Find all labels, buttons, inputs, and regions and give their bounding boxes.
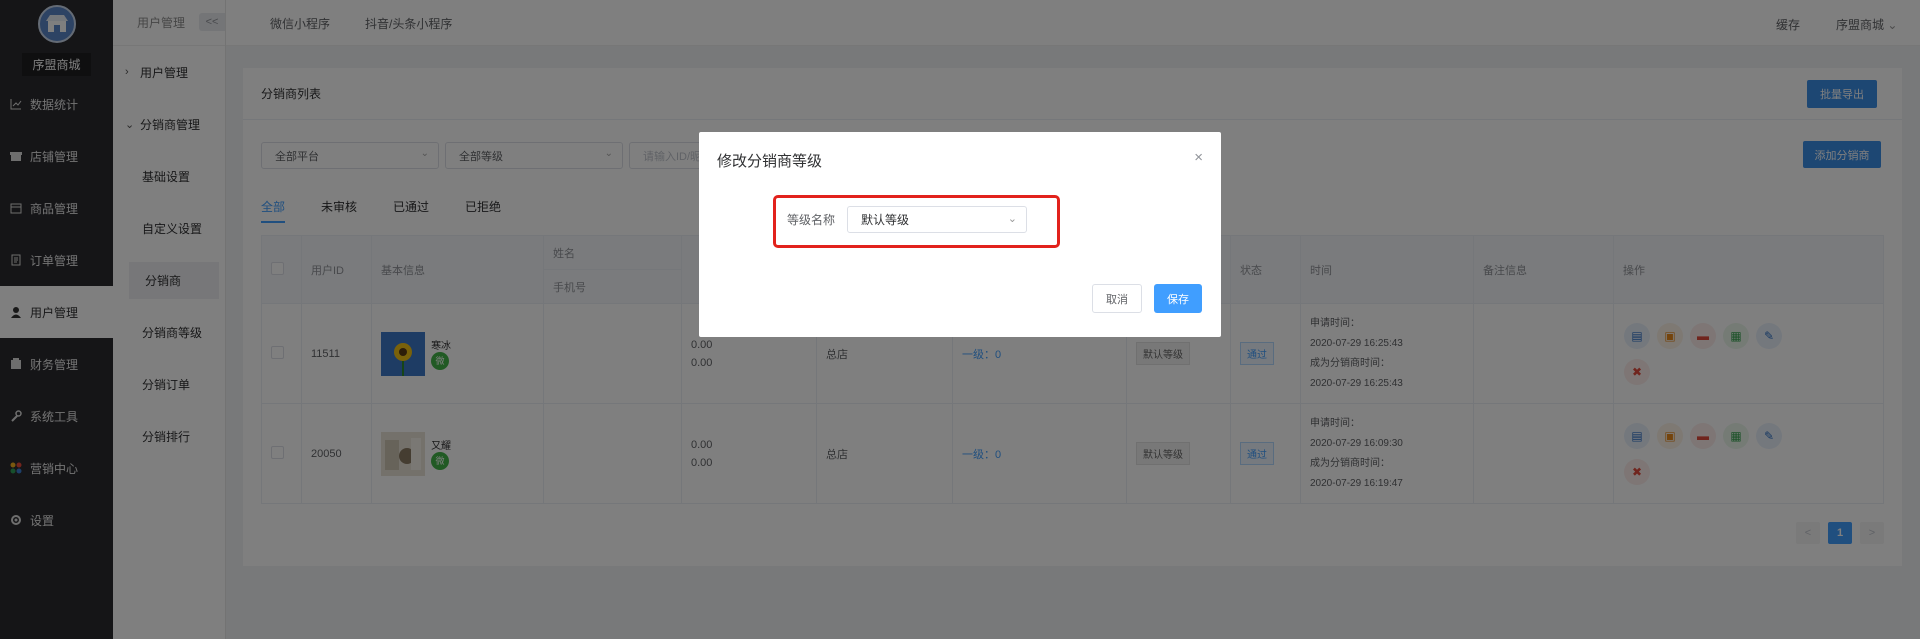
cancel-button[interactable]: 取消 — [1092, 284, 1142, 313]
edit-level-dialog: 修改分销商等级 × 等级名称 默认等级 ⌄ 取消 保存 — [699, 132, 1221, 337]
highlight-box — [773, 195, 1060, 248]
save-button[interactable]: 保存 — [1154, 284, 1202, 313]
dialog-title: 修改分销商等级 — [717, 153, 823, 170]
close-icon[interactable]: × — [1194, 149, 1203, 166]
